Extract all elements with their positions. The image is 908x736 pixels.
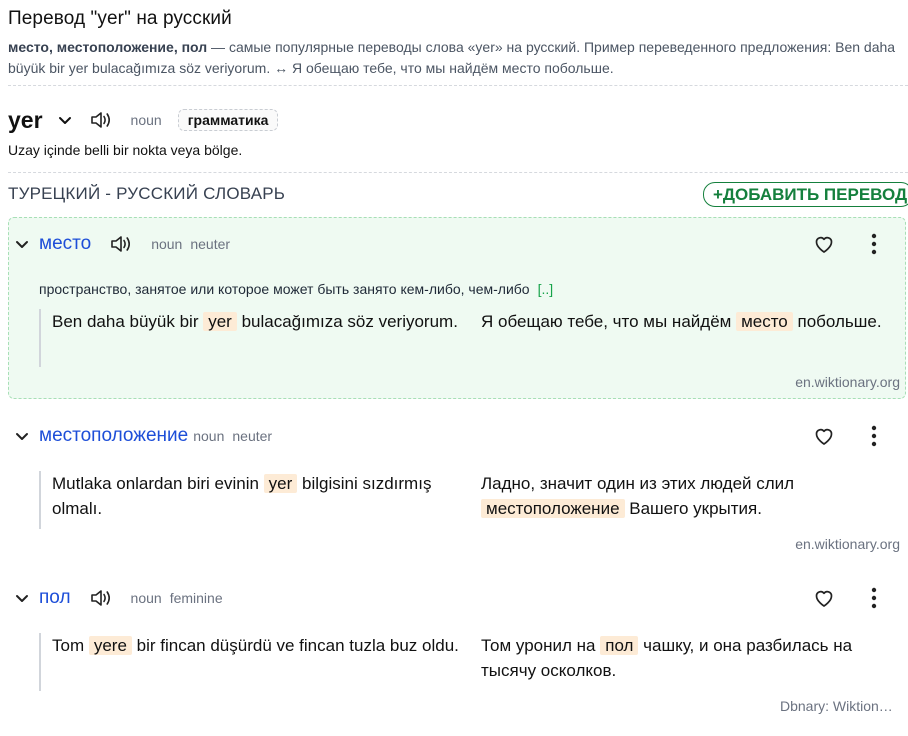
example-text: Вашего укрытия. [624,499,762,518]
heart-icon[interactable] [812,232,836,256]
source-word: yer [8,106,43,133]
example-text: побольше. [792,312,882,331]
popular-translations: место, местоположение, пол [8,39,208,55]
example-text: Я обещаю тебе, что мы найдём [481,312,737,331]
divider [8,85,908,86]
part-of-speech: noun [151,236,183,252]
example-block: Tom yere bir fincan düşürdü ve fincan tu… [39,633,900,691]
heart-icon[interactable] [812,424,836,448]
more-options-icon[interactable] [864,232,884,256]
speaker-icon[interactable] [109,233,135,255]
more-options-icon[interactable] [864,424,884,448]
highlighted-term: yer [203,312,237,331]
heart-icon[interactable] [812,586,836,610]
example-source-attribution[interactable]: en.wiktionary.org [795,374,900,390]
highlighted-term: место [736,312,793,331]
example-text: Том уронил на [481,636,601,655]
highlighted-term: местоположение [481,499,625,518]
highlighted-term: пол [600,636,639,655]
chevron-down-icon[interactable] [14,236,30,252]
example-text: Tom [52,636,89,655]
example-text: Ben daha büyük bir [52,312,204,331]
part-of-speech: noun [130,112,162,128]
example-source: Mutlaka onlardan biri evinin yer bilgisi… [52,471,462,521]
example-source: Ben daha büyük bir yer bulacağımıza söz … [52,309,462,334]
page-description: место, местоположение, пол — самые попул… [8,37,900,79]
chevron-down-icon[interactable] [57,112,73,128]
translation-header: местоположение noun neuter [14,421,272,451]
dictionary-label: ТУРЕЦКИЙ - РУССКИЙ СЛОВАРЬ [8,184,286,203]
example-text: bulacağımıza söz veriyorum. [236,312,458,331]
gender: neuter [190,236,231,252]
translation-word[interactable]: местоположение [39,425,188,447]
example-block: Ben daha büyük bir yer bulacağımıza söz … [39,309,900,367]
example-text: bir fincan düşürdü ve fincan tuzla buz o… [131,636,459,655]
gender: neuter [232,428,273,444]
grammar-button[interactable]: грамматика [177,109,279,131]
speaker-icon[interactable] [89,587,115,609]
highlighted-term: yer [263,474,298,493]
chevron-down-icon[interactable] [14,590,30,606]
translation-definition: пространство, занятое или которое может … [39,281,553,297]
example-source-attribution[interactable]: en.wiktionary.org [795,536,900,552]
speaker-icon[interactable] [89,109,115,131]
more-link[interactable]: [..] [538,281,554,297]
example-translation: Ладно, значит один из этих людей слил ме… [481,471,891,521]
example-text: Mutlaka onlardan biri evinin [52,474,264,493]
part-of-speech: noun [193,428,225,444]
source-definition: Uzay içinde belli bir nokta veya bölge. [8,142,243,158]
highlighted-term: yere [88,636,132,655]
example-text: Ладно, значит один из этих людей слил [481,474,795,493]
example-source-attribution[interactable]: Dbnary: Wiktion… [780,698,893,714]
source-word-row: yer noun грамматика [8,104,279,136]
translation-header: пол noun feminine [14,583,223,613]
translation-word[interactable]: место [39,233,91,255]
more-options-icon[interactable] [864,586,884,610]
chevron-down-icon[interactable] [14,428,30,444]
example-block: Mutlaka onlardan biri evinin yer bilgisi… [39,471,900,529]
add-translation-button[interactable]: +ДОБАВИТЬ ПЕРЕВОД [703,182,908,207]
gender: feminine [169,590,223,606]
translation-word[interactable]: пол [39,587,71,609]
example-source: Tom yere bir fincan düşürdü ve fincan tu… [52,633,462,658]
example-translation: Том уронил на пол чашку, и она разбилась… [481,633,891,683]
definition-text: пространство, занятое или которое может … [39,281,530,297]
translation-header: место noun neuter [14,229,230,259]
part-of-speech: noun [130,590,162,606]
page-title: Перевод "yer" на русский [8,8,232,29]
example-translation: Я обещаю тебе, что мы найдём место побол… [481,309,891,334]
divider [8,172,908,173]
